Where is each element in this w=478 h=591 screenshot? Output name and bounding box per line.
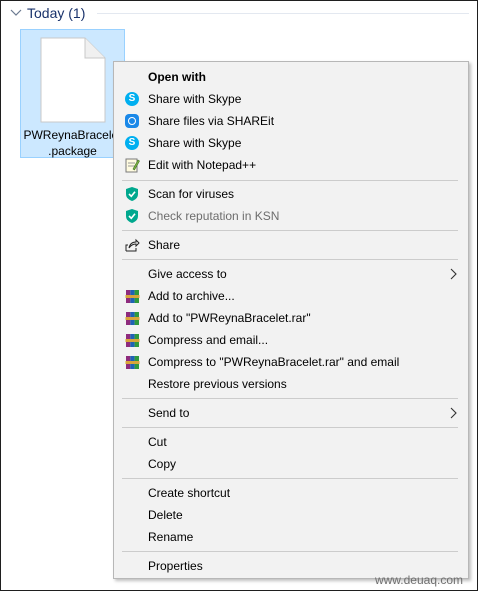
menu-item-share-with-skype[interactable]: S Share with Skype bbox=[116, 88, 466, 110]
menu-item-scan-for-viruses[interactable]: Scan for viruses bbox=[116, 183, 466, 205]
menu-item-cut[interactable]: Cut bbox=[116, 431, 466, 453]
chevron-down-icon[interactable] bbox=[9, 6, 23, 20]
skype-icon: S bbox=[124, 135, 140, 151]
menu-separator bbox=[122, 478, 458, 479]
menu-item-label: Check reputation in KSN bbox=[148, 209, 280, 223]
kaspersky-shield-icon bbox=[124, 208, 140, 224]
menu-separator bbox=[122, 398, 458, 399]
menu-item-rename[interactable]: Rename bbox=[116, 526, 466, 548]
file-name: PWReynaBracelet .package bbox=[21, 127, 124, 159]
winrar-icon bbox=[124, 332, 140, 348]
winrar-icon bbox=[124, 310, 140, 326]
skype-icon: S bbox=[124, 91, 140, 107]
winrar-icon bbox=[124, 354, 140, 370]
menu-item-label: Share files via SHAREit bbox=[148, 114, 275, 128]
menu-item-share-via-shareit[interactable]: Share files via SHAREit bbox=[116, 110, 466, 132]
menu-item-give-access-to[interactable]: Give access to bbox=[116, 263, 466, 285]
menu-item-copy[interactable]: Copy bbox=[116, 453, 466, 475]
menu-item-label: Create shortcut bbox=[148, 486, 231, 500]
menu-item-label: Delete bbox=[148, 508, 183, 522]
menu-separator bbox=[122, 180, 458, 181]
file-name-line-1: PWReynaBracelet bbox=[23, 128, 122, 142]
menu-item-label: Properties bbox=[148, 559, 203, 573]
chevron-right-icon bbox=[450, 407, 457, 419]
menu-item-compress-to-rar-and-email[interactable]: Compress to "PWReynaBracelet.rar" and em… bbox=[116, 351, 466, 373]
menu-item-label: Rename bbox=[148, 530, 194, 544]
group-divider bbox=[97, 13, 469, 14]
winrar-icon bbox=[124, 288, 140, 304]
explorer-window: Today (1) PWReynaBracelet .package Open … bbox=[0, 0, 478, 591]
menu-item-delete[interactable]: Delete bbox=[116, 504, 466, 526]
context-menu: Open with S Share with Skype Share files… bbox=[113, 61, 469, 579]
menu-item-label: Cut bbox=[148, 435, 167, 449]
menu-separator bbox=[122, 259, 458, 260]
menu-item-share-with-skype-2[interactable]: S Share with Skype bbox=[116, 132, 466, 154]
menu-item-open-with[interactable]: Open with bbox=[116, 66, 466, 88]
menu-item-send-to[interactable]: Send to bbox=[116, 402, 466, 424]
menu-item-label: Edit with Notepad++ bbox=[148, 158, 257, 172]
menu-item-create-shortcut[interactable]: Create shortcut bbox=[116, 482, 466, 504]
menu-item-restore-previous-versions[interactable]: Restore previous versions bbox=[116, 373, 466, 395]
chevron-right-icon bbox=[450, 268, 457, 280]
menu-separator bbox=[122, 551, 458, 552]
menu-item-label: Share with Skype bbox=[148, 92, 242, 106]
menu-item-label: Scan for viruses bbox=[148, 187, 235, 201]
menu-item-label: Open with bbox=[148, 70, 206, 84]
menu-item-label: Restore previous versions bbox=[148, 377, 287, 391]
group-title: Today (1) bbox=[27, 5, 86, 21]
menu-separator bbox=[122, 230, 458, 231]
menu-item-edit-with-notepad[interactable]: Edit with Notepad++ bbox=[116, 154, 466, 176]
notepad-plus-plus-icon bbox=[124, 157, 140, 173]
file-name-line-2: .package bbox=[48, 144, 97, 158]
menu-item-check-reputation[interactable]: Check reputation in KSN bbox=[116, 205, 466, 227]
menu-item-label: Compress and email... bbox=[148, 333, 269, 347]
file-icon bbox=[40, 37, 106, 123]
menu-item-share[interactable]: Share bbox=[116, 234, 466, 256]
menu-item-label: Give access to bbox=[148, 267, 227, 281]
menu-separator bbox=[122, 427, 458, 428]
menu-item-label: Add to "PWReynaBracelet.rar" bbox=[148, 311, 311, 325]
menu-item-label: Copy bbox=[148, 457, 177, 471]
menu-item-add-to-archive[interactable]: Add to archive... bbox=[116, 285, 466, 307]
menu-item-label: Send to bbox=[148, 406, 190, 420]
kaspersky-shield-icon bbox=[124, 186, 140, 202]
menu-item-label: Share bbox=[148, 238, 181, 252]
menu-item-add-to-rar[interactable]: Add to "PWReynaBracelet.rar" bbox=[116, 307, 466, 329]
menu-item-label: Share with Skype bbox=[148, 136, 242, 150]
share-icon bbox=[124, 237, 140, 253]
shareit-icon bbox=[124, 113, 140, 129]
menu-item-label: Compress to "PWReynaBracelet.rar" and em… bbox=[148, 355, 400, 369]
file-item-selected[interactable]: PWReynaBracelet .package bbox=[20, 29, 125, 158]
menu-item-compress-and-email[interactable]: Compress and email... bbox=[116, 329, 466, 351]
watermark: www.deuaq.com bbox=[374, 573, 463, 587]
menu-item-label: Add to archive... bbox=[148, 289, 235, 303]
